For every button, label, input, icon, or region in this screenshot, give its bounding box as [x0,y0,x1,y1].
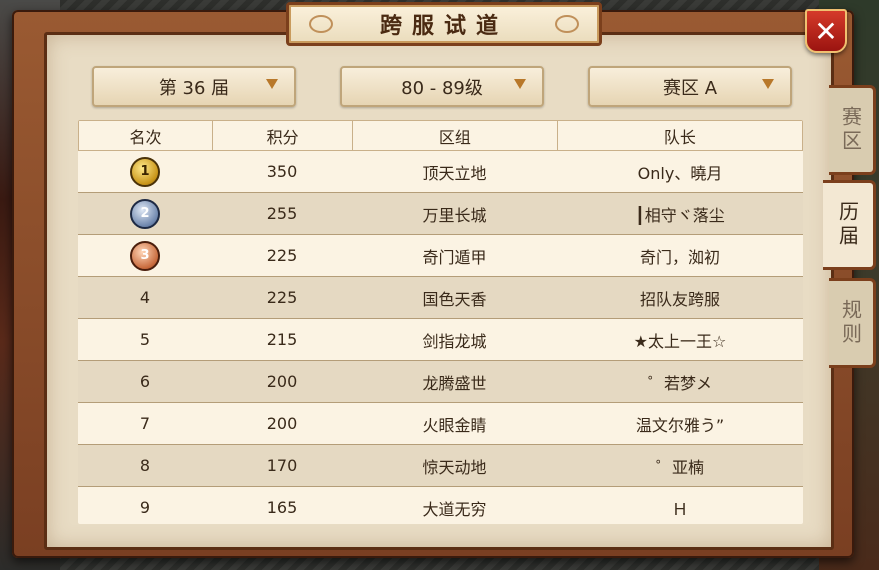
row-rank: 8 [139,456,151,475]
row-score: 200 [266,372,298,391]
bronze-medal-icon: 3 [130,240,160,271]
tab-rules[interactable]: 规则 [829,278,876,368]
row-group: 龙腾盛世 [422,373,487,393]
row-score: 170 [266,456,298,475]
table-row[interactable]: 1 350 顶天立地 Only、曉月 [78,151,803,193]
tab-rules-label: 规则 [838,299,863,347]
header-captain: 队长 [663,127,696,147]
row-score: 215 [266,330,298,349]
gold-medal-icon: 1 [130,156,160,187]
header-group: 区组 [353,121,558,150]
row-captain: 温文尔雅う” [635,415,725,435]
row-score: 225 [266,288,298,307]
row-captain: 奇门，洳初 [639,247,720,267]
level-dropdown-value: 80 - 89级 [401,77,483,99]
title-plaque: 跨服试道 [286,2,602,46]
triangle-down-icon [514,79,526,89]
ranking-table: 名次 积分 区组 队长 1 350 顶天立地 Only、曉月 2 255 万里长… [78,120,803,524]
close-icon: ✕ [814,14,838,48]
cloud-ornament-icon [309,15,333,33]
tab-zone-label: 赛区 [838,106,863,154]
table-header: 名次 积分 区组 队长 [78,120,803,151]
row-score: 225 [266,246,298,265]
tab-history-label: 历届 [835,201,860,249]
row-score: 350 [266,162,298,181]
row-group: 国色天香 [422,289,487,309]
table-row[interactable]: 8 170 惊天动地 ゜亚楠 [78,445,803,487]
table-row[interactable]: 2 255 万里长城 ┃相守ヾ落尘 [78,193,803,235]
row-rank: 4 [139,288,151,307]
row-captain: ゜若梦メ [647,373,712,393]
season-dropdown[interactable]: 第 36 届 [92,66,296,107]
cloud-ornament-icon [555,15,579,33]
tab-zone[interactable]: 赛区 [829,85,876,175]
zone-dropdown-value: 赛区 A [662,77,718,99]
table-row[interactable]: 7 200 火眼金睛 温文尔雅う” [78,403,803,445]
row-captain: ┃相守ヾ落尘 [635,205,725,225]
row-rank: 5 [139,330,151,349]
dialog-title: 跨服试道 [379,13,508,39]
row-group: 顶天立地 [422,163,487,183]
row-rank: 7 [139,414,151,433]
row-group: 火眼金睛 [422,415,487,435]
row-group: 奇门遁甲 [422,247,487,267]
row-score: 165 [266,498,298,517]
header-score: 积分 [213,121,354,150]
header-rank: 名次 [79,121,214,150]
row-score: 200 [266,414,298,433]
table-row[interactable]: 4 225 国色天香 招队友跨服 [78,277,803,319]
row-group: 大道无穷 [422,499,487,519]
triangle-down-icon [266,79,278,89]
close-button[interactable]: ✕ [805,9,847,53]
table-row[interactable]: 3 225 奇门遁甲 奇门，洳初 [78,235,803,277]
row-rank: 9 [139,498,151,517]
row-captain: ゜亚楠 [655,457,704,477]
row-captain: Ｈ [671,499,688,519]
row-group: 惊天动地 [422,457,487,477]
tab-history[interactable]: 历届 [823,180,876,270]
level-dropdown[interactable]: 80 - 89级 [340,66,544,107]
row-captain: ★太上一王☆ [633,331,727,351]
row-rank: 6 [139,372,151,391]
table-row[interactable]: 6 200 龙腾盛世 ゜若梦メ [78,361,803,403]
row-score: 255 [266,204,298,223]
zone-dropdown[interactable]: 赛区 A [588,66,792,107]
silver-medal-icon: 2 [130,198,160,229]
row-group: 剑指龙城 [422,331,487,351]
row-group: 万里长城 [422,205,487,225]
triangle-down-icon [762,79,774,89]
row-captain: 招队友跨服 [639,289,720,309]
row-captain: Only、曉月 [637,163,723,183]
season-dropdown-value: 第 36 届 [158,77,230,99]
table-row[interactable]: 5 215 剑指龙城 ★太上一王☆ [78,319,803,361]
table-row[interactable]: 9 165 大道无穷 Ｈ [78,487,803,524]
